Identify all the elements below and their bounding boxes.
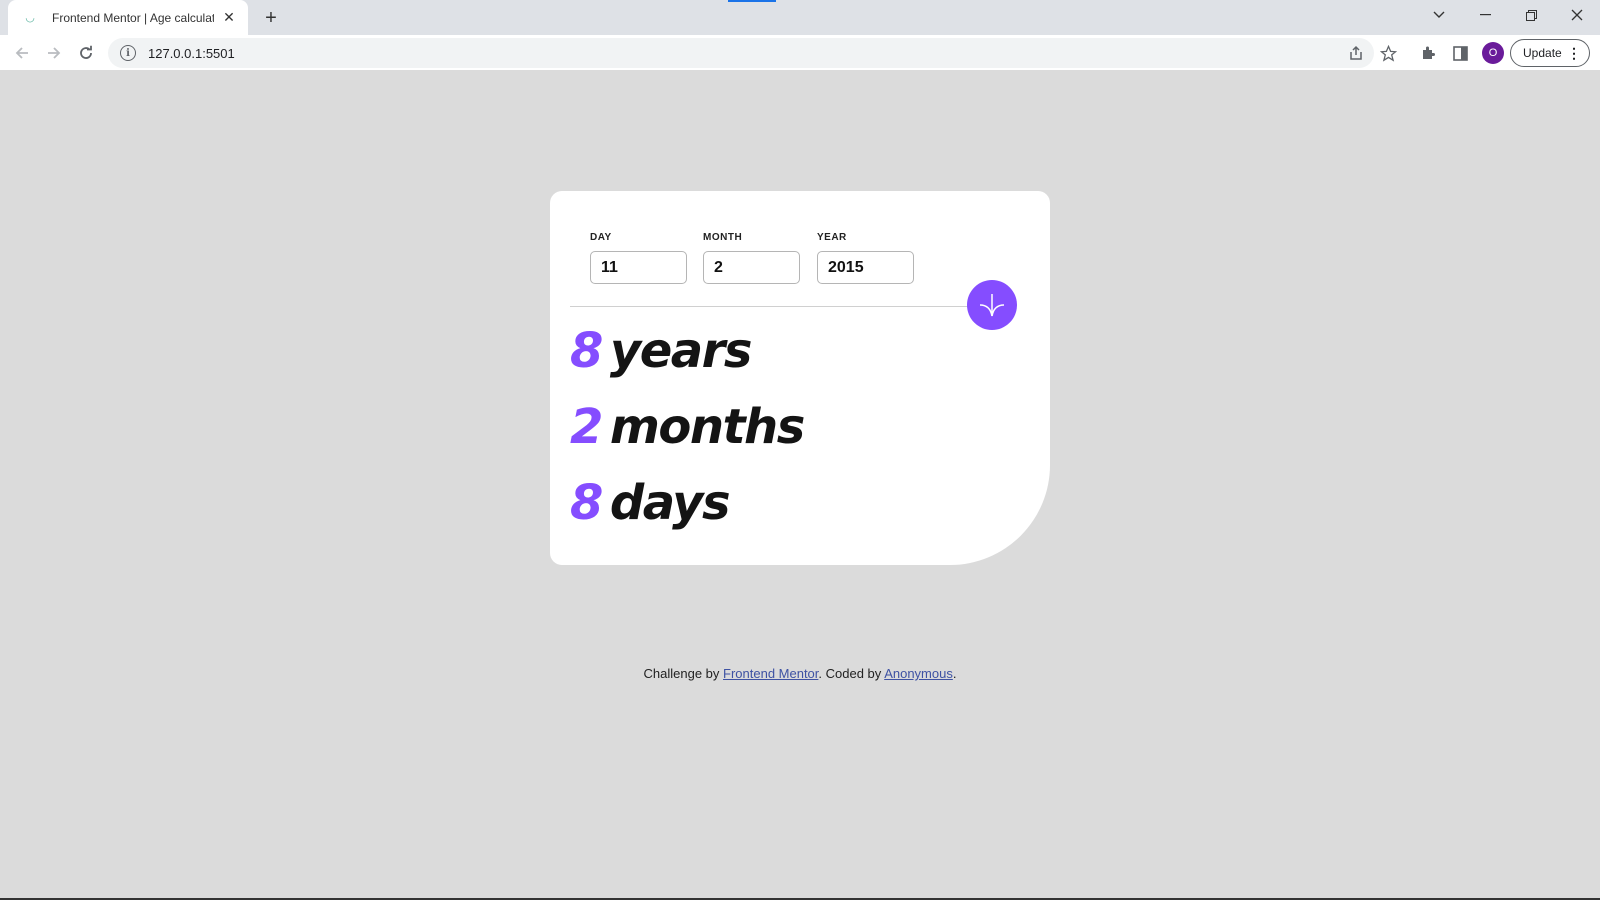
tab-title: Frontend Mentor | Age calculator <box>52 10 214 25</box>
restore-icon[interactable] <box>1508 0 1554 30</box>
favicon-icon: ◡ <box>25 12 35 24</box>
days-unit: days <box>609 475 731 531</box>
close-window-icon[interactable] <box>1554 0 1600 30</box>
day-label: DAY <box>590 232 612 243</box>
author-link[interactable]: Anonymous <box>884 666 953 681</box>
forward-icon[interactable] <box>40 39 68 67</box>
profile-avatar[interactable]: O <box>1482 42 1504 64</box>
close-tab-icon[interactable]: ✕ <box>220 9 238 27</box>
minimize-icon[interactable] <box>1462 0 1508 30</box>
attribution: Challenge by Frontend Mentor. Coded by A… <box>0 666 1600 681</box>
month-label: MONTH <box>703 232 743 243</box>
year-field: YEAR <box>817 232 914 284</box>
url-text: 127.0.0.1:5501 <box>148 45 235 61</box>
bookmark-star-icon[interactable] <box>1374 39 1402 67</box>
days-value: 8 <box>570 475 603 531</box>
loading-indicator <box>728 0 776 2</box>
side-panel-icon[interactable] <box>1446 39 1474 67</box>
attribution-prefix: Challenge by <box>643 666 724 681</box>
months-unit: months <box>609 399 805 455</box>
days-result: 8 days <box>570 479 731 527</box>
day-input[interactable] <box>590 251 687 284</box>
months-result: 2 months <box>570 403 805 451</box>
reload-icon[interactable] <box>72 39 100 67</box>
attribution-suffix: . <box>952 666 957 681</box>
update-label: Update <box>1523 46 1562 60</box>
month-field: MONTH <box>703 232 800 284</box>
tab-search-icon[interactable] <box>1416 0 1462 30</box>
years-result: 8 years <box>570 327 752 375</box>
new-tab-button[interactable]: + <box>258 5 284 31</box>
divider <box>570 306 990 307</box>
arrow-down-icon <box>979 294 1005 317</box>
browser-toolbar: i 127.0.0.1:5501 O Update ⋮ <box>0 35 1600 70</box>
calculate-button[interactable] <box>967 280 1017 330</box>
update-button[interactable]: Update ⋮ <box>1510 39 1590 67</box>
browser-tab[interactable]: ◡ Frontend Mentor | Age calculator ✕ <box>8 0 248 35</box>
frontend-mentor-link[interactable]: Frontend Mentor <box>723 666 818 681</box>
years-value: 8 <box>570 323 603 379</box>
address-bar[interactable]: i 127.0.0.1:5501 <box>108 38 1374 68</box>
age-calculator-card: DAY MONTH YEAR 8years 2months 8days <box>550 191 1050 565</box>
menu-dots-icon[interactable]: ⋮ <box>1567 44 1581 62</box>
year-input[interactable] <box>817 251 914 284</box>
month-input[interactable] <box>703 251 800 284</box>
attribution-middle: . Coded by <box>818 666 885 681</box>
year-label: YEAR <box>817 232 847 243</box>
years-unit: years <box>609 323 752 379</box>
months-value: 2 <box>570 399 603 455</box>
extensions-icon[interactable] <box>1414 39 1442 67</box>
browser-tab-bar: ◡ Frontend Mentor | Age calculator ✕ + <box>0 0 1600 35</box>
site-info-icon[interactable]: i <box>120 45 136 61</box>
share-icon[interactable] <box>1342 39 1370 67</box>
back-icon[interactable] <box>8 39 36 67</box>
day-field: DAY <box>590 232 687 284</box>
